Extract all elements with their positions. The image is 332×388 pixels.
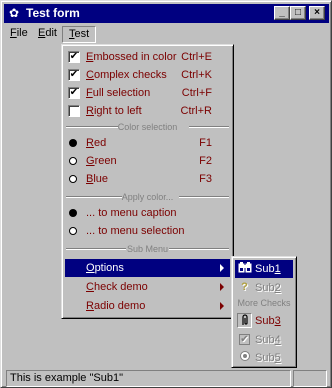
menu-item-apply-selection[interactable]: ... to menu selection: [65, 222, 230, 240]
menu-item-apply-caption[interactable]: ... to menu caption: [65, 204, 230, 222]
shortcut: F1: [199, 137, 212, 149]
menu-bar: File Edit Test: [4, 24, 329, 44]
separator-more-checks: More Checks: [237, 298, 291, 308]
shortcut: F2: [199, 155, 212, 167]
radio-selected-icon: [69, 209, 77, 217]
menu-item-right-to-left[interactable]: Right to left Ctrl+R: [65, 102, 230, 120]
menu-test[interactable]: Test: [62, 26, 97, 43]
submenu-item-sub3[interactable]: Sub3: [235, 312, 293, 330]
title-bar[interactable]: ✿ Test form _ □ ×: [4, 4, 329, 23]
shortcut: Ctrl+F: [181, 87, 212, 99]
app-icon[interactable]: ✿: [7, 6, 21, 20]
status-text: This is example "Sub1": [6, 370, 291, 387]
menu-file[interactable]: File: [4, 26, 34, 43]
shortcut: F3: [199, 173, 212, 185]
shortcut: Ctrl+R: [180, 105, 212, 117]
menu-item-complex-checks[interactable]: ✔ Complex checks Ctrl+K: [65, 66, 230, 84]
close-button[interactable]: ×: [309, 6, 325, 20]
separator-apply-color: Apply color...: [66, 191, 229, 203]
radio-selected-icon: [69, 139, 77, 147]
menu-item-options[interactable]: Options: [65, 259, 230, 277]
separator-color-selection: Color selection: [66, 121, 229, 133]
menu-item-embossed-in-color[interactable]: ✔ Embossed in color Ctrl+E: [65, 48, 230, 66]
menu-edit[interactable]: Edit: [32, 26, 63, 43]
radio-unselected-icon: [69, 157, 77, 165]
radio-unselected-icon: [69, 227, 77, 235]
menu-item-check-demo[interactable]: Check demo: [65, 278, 230, 296]
menu-item-full-selection[interactable]: ✔ Full selection Ctrl+F: [65, 84, 230, 102]
checkbox-icon: ✔: [68, 51, 80, 63]
paperclip-icon: [237, 313, 252, 328]
submenu-arrow-icon: [220, 283, 224, 291]
status-panel-empty: [293, 370, 327, 387]
maximize-button[interactable]: □: [290, 6, 306, 20]
checkbox-icon: ✔: [239, 334, 250, 345]
minimize-button[interactable]: _: [274, 6, 290, 20]
checkbox-icon: ✔: [68, 69, 80, 81]
shortcut: Ctrl+K: [181, 69, 212, 81]
submenu-arrow-icon: [220, 264, 224, 272]
shortcut: Ctrl+E: [181, 51, 212, 63]
menu-item-blue[interactable]: Blue F3: [65, 170, 230, 188]
menu-item-radio-demo[interactable]: Radio demo: [65, 297, 230, 315]
radio-icon: [237, 350, 252, 365]
checkbox-unchecked-icon: [68, 105, 80, 117]
window-title: Test form: [26, 6, 80, 20]
submenu-item-sub5[interactable]: Sub5: [235, 349, 293, 367]
submenu-arrow-icon: [220, 302, 224, 310]
checkbox-icon: ✔: [68, 87, 80, 99]
binoculars-icon: [237, 261, 252, 276]
menu-item-red[interactable]: Red F1: [65, 134, 230, 152]
submenu-item-sub4[interactable]: ✔ Sub4: [235, 331, 293, 349]
submenu-item-sub1[interactable]: Sub1: [235, 260, 293, 278]
options-submenu: Sub1 ? Sub2 More Checks Sub3 ✔ Sub4 Sub5: [231, 256, 297, 368]
separator-sub-menu: Sub Menu: [66, 243, 229, 255]
submenu-item-sub2[interactable]: ? Sub2: [235, 279, 293, 297]
menu-item-green[interactable]: Green F2: [65, 152, 230, 170]
radio-unselected-icon: [69, 175, 77, 183]
question-icon: ?: [241, 281, 248, 293]
test-menu-dropdown: ✔ Embossed in color Ctrl+E ✔ Complex che…: [61, 44, 234, 319]
status-bar: This is example "Sub1": [4, 370, 329, 387]
